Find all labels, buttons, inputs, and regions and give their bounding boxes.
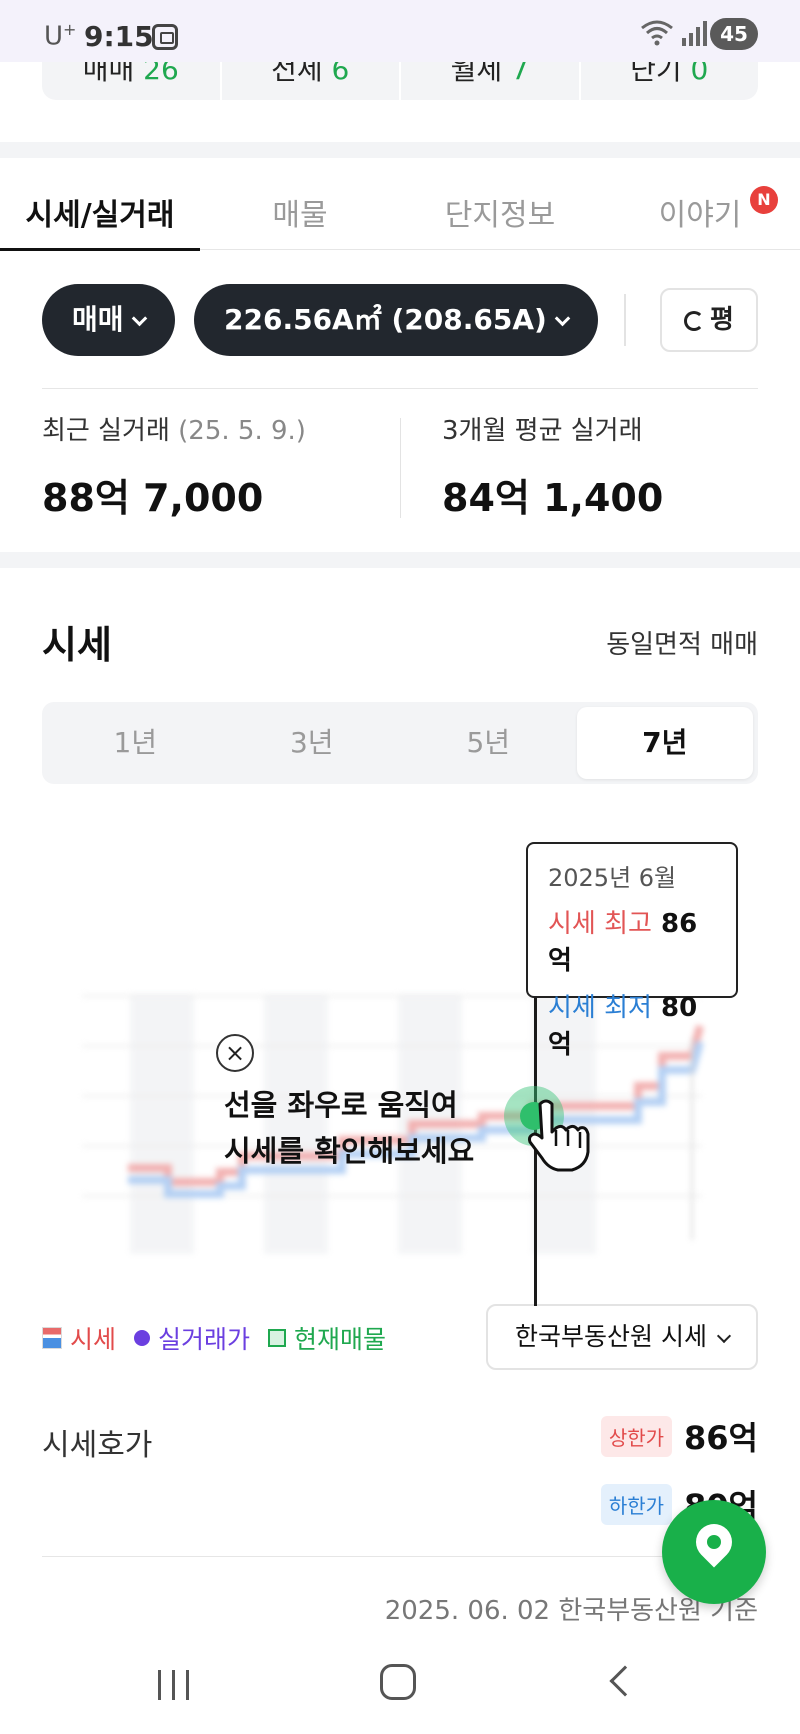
tab-stories[interactable]: 이야기 N	[600, 158, 800, 250]
section-title: 시세	[42, 623, 112, 667]
upper-price-tag: 상한가	[600, 1415, 673, 1457]
legend-price: 시세	[42, 1320, 116, 1356]
chevron-down-icon	[716, 1328, 732, 1344]
recent-trade-label: 최근 실거래	[42, 416, 170, 446]
price-chart[interactable]: 2025년 6월 시세 최고 86억 시세 최저 80억 × 선을 좌우로 움직…	[42, 820, 758, 1306]
system-nav-bar	[0, 1634, 800, 1734]
period-7y[interactable]: 7년	[576, 707, 753, 779]
upper-price-value: 86억	[684, 1419, 758, 1457]
tooltip-low: 시세 최저 80억	[548, 993, 698, 1060]
signal-icon	[682, 21, 707, 46]
trade-type-dropdown[interactable]: 매매	[42, 284, 175, 356]
filter-divider	[624, 294, 626, 346]
tab-price-trade[interactable]: 시세/실거래	[0, 158, 200, 251]
legend-listing-swatch	[268, 1329, 287, 1347]
legend-listing: 현재매물	[268, 1320, 386, 1356]
section-divider	[0, 552, 800, 568]
price-source-label: 한국부동산원 시세	[515, 1322, 707, 1351]
chart-band	[130, 994, 194, 1254]
period-selector: 1년 3년 5년 7년	[42, 702, 758, 784]
divider	[42, 388, 758, 389]
tab-complex-info[interactable]: 단지정보	[400, 158, 600, 250]
legend-real-trade: 실거래가	[134, 1320, 250, 1356]
tab-listings[interactable]: 매물	[200, 158, 400, 250]
chart-hint-line1: 선을 좌우로 움직여	[224, 1088, 458, 1122]
home-button[interactable]	[380, 1664, 416, 1700]
legend-price-swatch	[42, 1327, 62, 1349]
tooltip-date: 2025년 6월	[548, 864, 677, 892]
detail-tabs: 시세/실거래 매물 단지정보 이야기 N	[0, 158, 800, 251]
back-button[interactable]	[609, 1665, 641, 1697]
recent-trade-date: (25. 5. 9.)	[178, 416, 306, 446]
avg-trade-value: 84억 1,400	[442, 476, 664, 520]
price-source-dropdown[interactable]: 한국부동산원 시세	[486, 1304, 758, 1370]
chevron-down-icon	[131, 310, 147, 327]
chart-tooltip: 2025년 6월 시세 최고 86억 시세 최저 80억	[526, 842, 738, 1060]
trade-type-label: 매매	[72, 303, 124, 336]
quote-label: 시세호가	[42, 1428, 153, 1463]
chart-hint: 선을 좌우로 움직여 시세를 확인해보세요	[224, 1082, 474, 1174]
hint-close-button[interactable]: ×	[216, 1034, 254, 1072]
recent-trade: 최근 실거래 (25. 5. 9.) 88억 7,000	[42, 410, 306, 522]
recent-trade-value: 88억 7,000	[42, 476, 264, 520]
location-pin-icon	[688, 1516, 740, 1568]
period-3y[interactable]: 3년	[224, 707, 401, 779]
screenshot-icon	[152, 24, 178, 50]
new-badge: N	[750, 186, 778, 214]
area-dropdown[interactable]: 226.56A㎡ (208.65A)	[194, 284, 598, 356]
filter-bar: 매매 226.56A㎡ (208.65A) 평	[42, 284, 758, 356]
refresh-icon	[684, 311, 705, 331]
status-bar: U+ 9:15 45	[0, 0, 800, 62]
clock: 9:15	[84, 20, 154, 53]
chevron-down-icon	[554, 310, 571, 327]
lower-price-tag: 하한가	[600, 1483, 673, 1525]
tooltip-high: 시세 최고 86억	[548, 909, 698, 976]
quote-upper: 상한가 86억	[600, 1414, 758, 1458]
area-label: 226.56A㎡ (208.65A)	[224, 303, 547, 336]
hand-pointer-icon	[528, 1099, 590, 1172]
legend-real-trade-swatch	[134, 1330, 151, 1346]
recent-apps-button[interactable]	[158, 1670, 192, 1700]
avg-trade-label: 3개월 평균 실거래	[442, 416, 643, 446]
chart-legend: 시세 실거래가 현재매물	[42, 1318, 404, 1358]
period-5y[interactable]: 5년	[400, 707, 577, 779]
unit-toggle-button[interactable]: 평	[660, 288, 758, 352]
divider	[42, 1556, 758, 1557]
summary-divider	[400, 418, 401, 518]
period-1y[interactable]: 1년	[47, 707, 224, 779]
wifi-icon	[641, 20, 673, 46]
unit-toggle-label: 평	[710, 305, 734, 335]
trade-summary: 최근 실거래 (25. 5. 9.) 88억 7,000 3개월 평균 실거래 …	[42, 410, 758, 520]
carrier-label: U+	[44, 20, 77, 52]
chart-hint-line2: 시세를 확인해보세요	[224, 1134, 475, 1168]
avg-trade: 3개월 평균 실거래 84억 1,400	[442, 410, 663, 522]
same-area-link[interactable]: 동일면적 매매	[606, 624, 758, 661]
tab-stories-label: 이야기	[658, 198, 742, 233]
section-divider	[0, 142, 800, 158]
battery-indicator: 45	[710, 18, 758, 50]
map-location-button[interactable]	[662, 1500, 766, 1604]
